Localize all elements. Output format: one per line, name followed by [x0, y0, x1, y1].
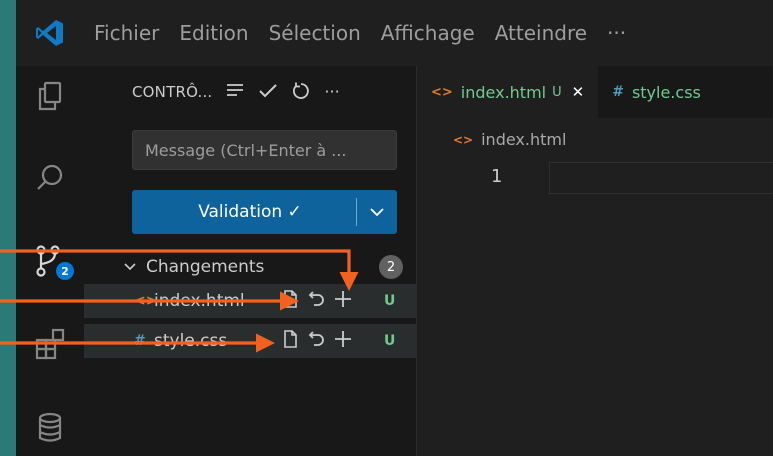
vscode-logo-icon	[16, 0, 84, 66]
editor-area: <> index.html U ✕ # style.css <> index.h…	[416, 66, 773, 456]
menu-more[interactable]: ···	[597, 21, 636, 45]
open-file-icon[interactable]	[280, 329, 300, 353]
css-file-icon: #	[134, 333, 146, 349]
explorer-icon[interactable]	[16, 68, 84, 124]
search-icon[interactable]	[16, 150, 84, 206]
html-file-icon: <>	[431, 84, 453, 100]
commit-button[interactable]: Validation ✓	[132, 190, 397, 234]
current-line-highlight[interactable]	[549, 162, 773, 194]
tab-style-css[interactable]: # style.css	[598, 66, 715, 118]
untracked-status: U	[384, 293, 396, 309]
chevron-down-icon[interactable]	[357, 190, 397, 234]
discard-changes-icon[interactable]	[306, 329, 326, 353]
scm-toolbar: ···	[226, 82, 340, 103]
tab-label: index.html	[460, 82, 547, 102]
title-bar: Fichier Edition Sélection Affichage Atte…	[16, 0, 773, 66]
activity-bar: 2	[16, 66, 84, 456]
vscode-window: Fichier Edition Sélection Affichage Atte…	[16, 0, 773, 456]
discard-changes-icon[interactable]	[306, 289, 326, 313]
file-name: style.css	[154, 331, 228, 351]
changes-label: Changements	[146, 257, 265, 277]
commit-label: Validation ✓	[198, 202, 302, 222]
check-icon[interactable]	[258, 82, 278, 102]
refresh-icon[interactable]	[292, 82, 310, 103]
commit-message-input[interactable]: Message (Ctrl+Enter à ...	[132, 130, 397, 170]
changes-count-badge: 2	[379, 255, 403, 279]
database-icon[interactable]	[16, 400, 84, 456]
tab-label: style.css	[631, 82, 701, 102]
menu-atteindre[interactable]: Atteindre	[485, 21, 597, 45]
open-file-icon[interactable]	[280, 289, 300, 313]
menu-bar: Fichier Edition Sélection Affichage Atte…	[84, 21, 636, 45]
editor-tabs: <> index.html U ✕ # style.css	[417, 66, 773, 118]
tab-index-html[interactable]: <> index.html U ✕	[417, 66, 599, 118]
scm-title: CONTRÔ...	[132, 83, 213, 101]
scm-header: CONTRÔ... ···	[84, 66, 416, 118]
close-icon[interactable]: ✕	[572, 83, 585, 101]
extensions-icon[interactable]	[16, 316, 84, 372]
source-control-panel: CONTRÔ... ··· Message (Ctrl+Enter à ... …	[84, 66, 416, 456]
line-number: 1	[491, 166, 503, 187]
html-file-icon: <>	[453, 132, 474, 147]
untracked-status: U	[384, 333, 396, 349]
untracked-status: U	[552, 84, 562, 100]
source-control-icon[interactable]: 2	[16, 234, 84, 290]
file-actions	[280, 328, 354, 354]
chevron-down-icon[interactable]	[124, 260, 136, 275]
css-file-icon: #	[612, 84, 624, 100]
menu-fichier[interactable]: Fichier	[84, 21, 169, 45]
list-item[interactable]: <> index.html U	[84, 284, 416, 318]
changes-header[interactable]: Changements 2	[84, 250, 416, 284]
more-icon[interactable]: ···	[324, 84, 339, 100]
breadcrumb-file[interactable]: index.html	[481, 130, 566, 149]
stage-changes-icon[interactable]	[332, 328, 354, 354]
file-name: index.html	[154, 291, 245, 311]
menu-selection[interactable]: Sélection	[259, 21, 371, 45]
menu-affichage[interactable]: Affichage	[371, 21, 485, 45]
menu-edition[interactable]: Edition	[169, 21, 258, 45]
file-actions	[280, 288, 354, 314]
stage-changes-icon[interactable]	[332, 288, 354, 314]
breadcrumb[interactable]: <> index.html	[453, 130, 566, 149]
list-item[interactable]: # style.css U	[84, 324, 416, 358]
scm-badge: 2	[56, 262, 74, 280]
list-icon[interactable]	[226, 82, 244, 102]
